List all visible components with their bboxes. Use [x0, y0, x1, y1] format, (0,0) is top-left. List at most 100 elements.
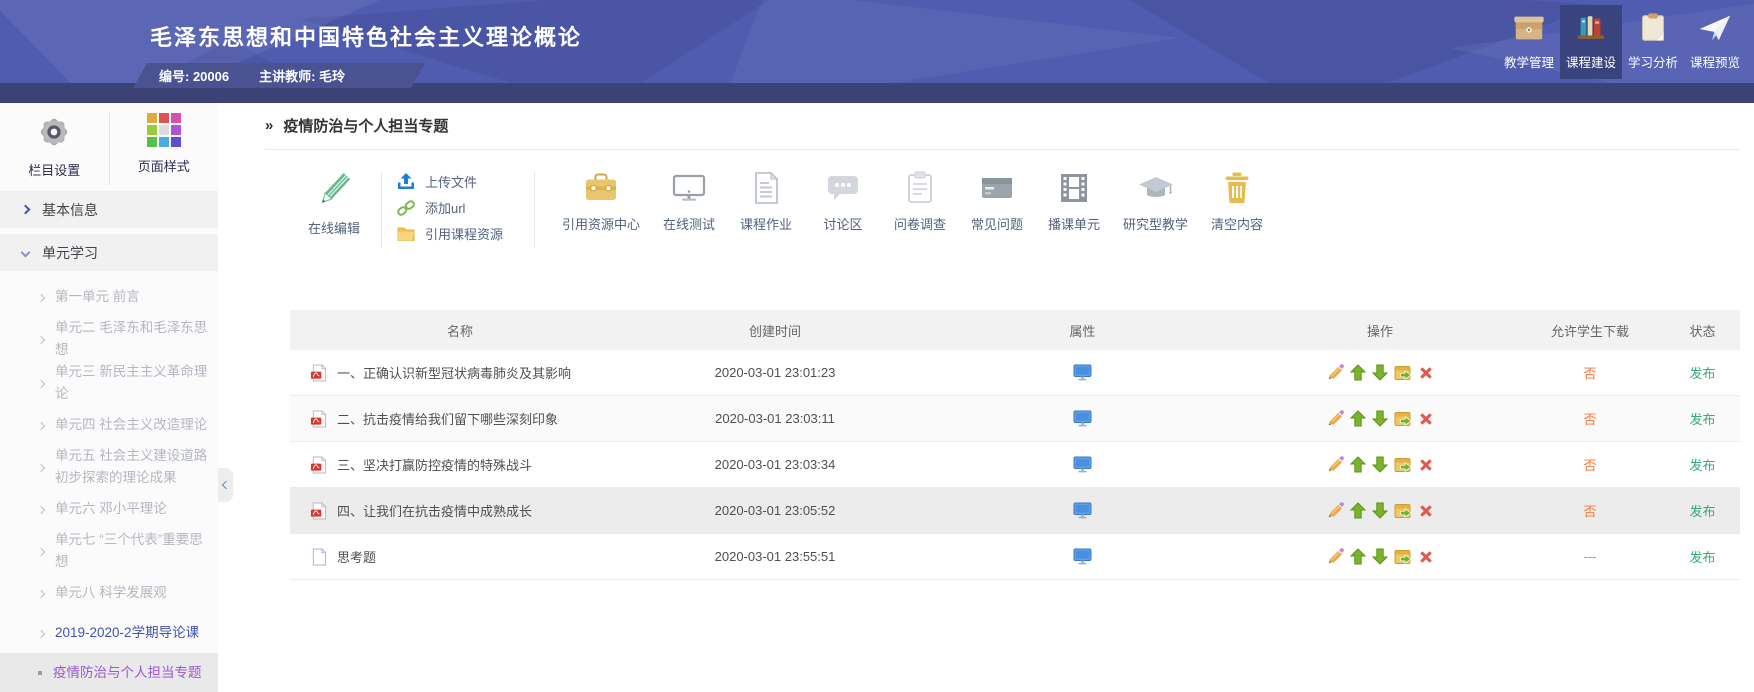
pdf-file-icon — [310, 502, 327, 520]
move-up-icon[interactable] — [1350, 456, 1366, 473]
move-down-icon[interactable] — [1372, 410, 1388, 427]
discussion-board-button[interactable]: 讨论区 — [815, 170, 871, 233]
sidebar-item-label: 单元学习 — [42, 243, 98, 263]
resource-name-link[interactable]: 四、让我们在抗击疫情中成熟成长 — [337, 501, 532, 520]
sidebar-item-unit-6[interactable]: 单元六 邓小平理论 — [0, 489, 218, 529]
chevron-right-icon — [37, 293, 45, 301]
bookshelf-icon — [1574, 11, 1608, 45]
status-badge[interactable]: 发布 — [1665, 547, 1740, 566]
resource-name-link[interactable]: 二、抗击疫情给我们留下哪些深刻印象 — [337, 409, 558, 428]
move-up-icon[interactable] — [1350, 364, 1366, 381]
nav-item-course-building[interactable]: 课程建设 — [1560, 5, 1622, 79]
course-homework-button[interactable]: 课程作业 — [738, 170, 794, 233]
broadcast-unit-button[interactable]: 播课单元 — [1046, 170, 1102, 233]
delete-icon[interactable] — [1418, 549, 1434, 565]
sidebar-item-unit-7[interactable]: 单元七 “三个代表”重要思想 — [0, 529, 218, 573]
column-header-actions: 操作 — [1245, 321, 1515, 340]
move-down-icon[interactable] — [1372, 364, 1388, 381]
breadcrumb: » 疫情防治与个人担当专题 — [265, 115, 1740, 150]
survey-clipboard-icon — [902, 170, 938, 206]
nav-item-teaching-admin[interactable]: 教学管理 — [1498, 5, 1560, 79]
move-to-folder-icon[interactable] — [1394, 503, 1412, 519]
edit-online-button[interactable]: 在线编辑 — [302, 170, 366, 237]
delete-icon[interactable] — [1418, 457, 1434, 473]
cite-resource-center-button[interactable]: 引用资源中心 — [562, 170, 640, 233]
allow-download-toggle[interactable]: 否 — [1515, 501, 1665, 520]
palette-grid-icon — [147, 113, 181, 147]
survey-button[interactable]: 问卷调查 — [892, 170, 948, 233]
resource-name-link[interactable]: 一、正确认识新型冠状病毒肺炎及其影响 — [337, 363, 571, 382]
chevron-right-icon — [37, 379, 45, 387]
sidebar-item-unit-2[interactable]: 单元二 毛泽东和毛泽东思想 — [0, 317, 218, 361]
allow-download-toggle[interactable]: --- — [1515, 549, 1665, 564]
allow-download-toggle[interactable]: 否 — [1515, 455, 1665, 474]
add-url-button[interactable]: 添加url — [397, 198, 519, 217]
online-test-button[interactable]: 在线测试 — [661, 170, 717, 233]
faq-button[interactable]: 常见问题 — [969, 170, 1025, 233]
monitor-attribute-icon[interactable] — [1073, 502, 1092, 519]
clipboard-icon — [1636, 11, 1670, 45]
status-badge[interactable]: 发布 — [1665, 455, 1740, 474]
move-down-icon[interactable] — [1372, 456, 1388, 473]
column-header-name: 名称 — [290, 321, 630, 340]
move-to-folder-icon[interactable] — [1394, 365, 1412, 381]
monitor-attribute-icon[interactable] — [1073, 548, 1092, 565]
move-to-folder-icon[interactable] — [1394, 549, 1412, 565]
resource-name-link[interactable]: 思考题 — [337, 547, 376, 566]
sidebar-item-unit-4[interactable]: 单元四 社会主义改造理论 — [0, 405, 218, 445]
monitor-gray-icon — [671, 170, 707, 206]
allow-download-toggle[interactable]: 否 — [1515, 409, 1665, 428]
move-up-icon[interactable] — [1350, 502, 1366, 519]
sidebar-item-label: 单元四 社会主义改造理论 — [55, 414, 207, 436]
monitor-attribute-icon[interactable] — [1073, 410, 1092, 427]
monitor-attribute-icon[interactable] — [1073, 364, 1092, 381]
toolbar-buttons: 引用资源中心 在线测试 课程作业 讨论区 — [562, 170, 1265, 233]
delete-icon[interactable] — [1418, 503, 1434, 519]
edit-icon[interactable] — [1327, 364, 1344, 381]
research-teaching-button[interactable]: 研究型教学 — [1123, 170, 1188, 233]
sidebar-item-epidemic-topic[interactable]: 疫情防治与个人担当专题 — [0, 653, 218, 692]
sidebar-item-unit-learning[interactable]: 单元学习 — [0, 234, 218, 271]
clear-content-button[interactable]: 清空内容 — [1209, 170, 1265, 233]
sidebar-item-label: 疫情防治与个人担当专题 — [53, 662, 202, 684]
move-up-icon[interactable] — [1350, 548, 1366, 565]
edit-icon[interactable] — [1327, 456, 1344, 473]
edit-icon[interactable] — [1327, 410, 1344, 427]
status-badge[interactable]: 发布 — [1665, 501, 1740, 520]
move-to-folder-icon[interactable] — [1394, 457, 1412, 473]
resource-table: 名称 创建时间 属性 操作 允许学生下载 状态 一、正确认识新型冠状病毒肺炎及其… — [290, 310, 1740, 580]
chevron-right-icon — [37, 505, 45, 513]
button-label: 引用课程资源 — [425, 224, 503, 243]
sidebar-item-unit-1[interactable]: 第一单元 前言 — [0, 277, 218, 317]
move-down-icon[interactable] — [1372, 502, 1388, 519]
sidebar-item-unit-5[interactable]: 单元五 社会主义建设道路初步探索的理论成果 — [0, 445, 218, 489]
sidebar-item-unit-8[interactable]: 单元八 科学发展观 — [0, 573, 218, 613]
status-badge[interactable]: 发布 — [1665, 363, 1740, 382]
move-up-icon[interactable] — [1350, 410, 1366, 427]
upload-icon — [397, 173, 415, 190]
button-label: 讨论区 — [824, 214, 863, 233]
edit-icon[interactable] — [1327, 502, 1344, 519]
sidebar-item-basic-info[interactable]: 基本信息 — [0, 191, 218, 228]
resource-name-link[interactable]: 三、坚决打赢防控疫情的特殊战斗 — [337, 455, 532, 474]
nav-item-learning-analytics[interactable]: 学习分析 — [1622, 5, 1684, 79]
button-label: 课程作业 — [740, 214, 792, 233]
delete-icon[interactable] — [1418, 365, 1434, 381]
sidebar-item-intro-course[interactable]: 2019-2020-2学期导论课 — [0, 613, 218, 653]
edit-icon[interactable] — [1327, 548, 1344, 565]
move-to-folder-icon[interactable] — [1394, 411, 1412, 427]
column-settings-button[interactable]: 栏目设置 — [0, 113, 110, 185]
status-badge[interactable]: 发布 — [1665, 409, 1740, 428]
table-row: 思考题 2020-03-01 23:55:51 --- 发布 — [290, 534, 1740, 580]
nav-item-course-preview[interactable]: 课程预览 — [1684, 5, 1746, 79]
cite-course-resource-button[interactable]: 引用课程资源 — [397, 224, 519, 243]
sidebar-item-unit-3[interactable]: 单元三 新民主主义革命理论 — [0, 361, 218, 405]
sidebar-collapse-handle[interactable] — [218, 468, 233, 502]
allow-download-toggle[interactable]: 否 — [1515, 363, 1665, 382]
page-style-button[interactable]: 页面样式 — [110, 113, 219, 185]
move-down-icon[interactable] — [1372, 548, 1388, 565]
delete-icon[interactable] — [1418, 411, 1434, 427]
course-meta-ribbon: 编号: 20006 主讲教师: 毛玲 — [133, 63, 425, 88]
monitor-attribute-icon[interactable] — [1073, 456, 1092, 473]
upload-file-button[interactable]: 上传文件 — [397, 172, 519, 191]
